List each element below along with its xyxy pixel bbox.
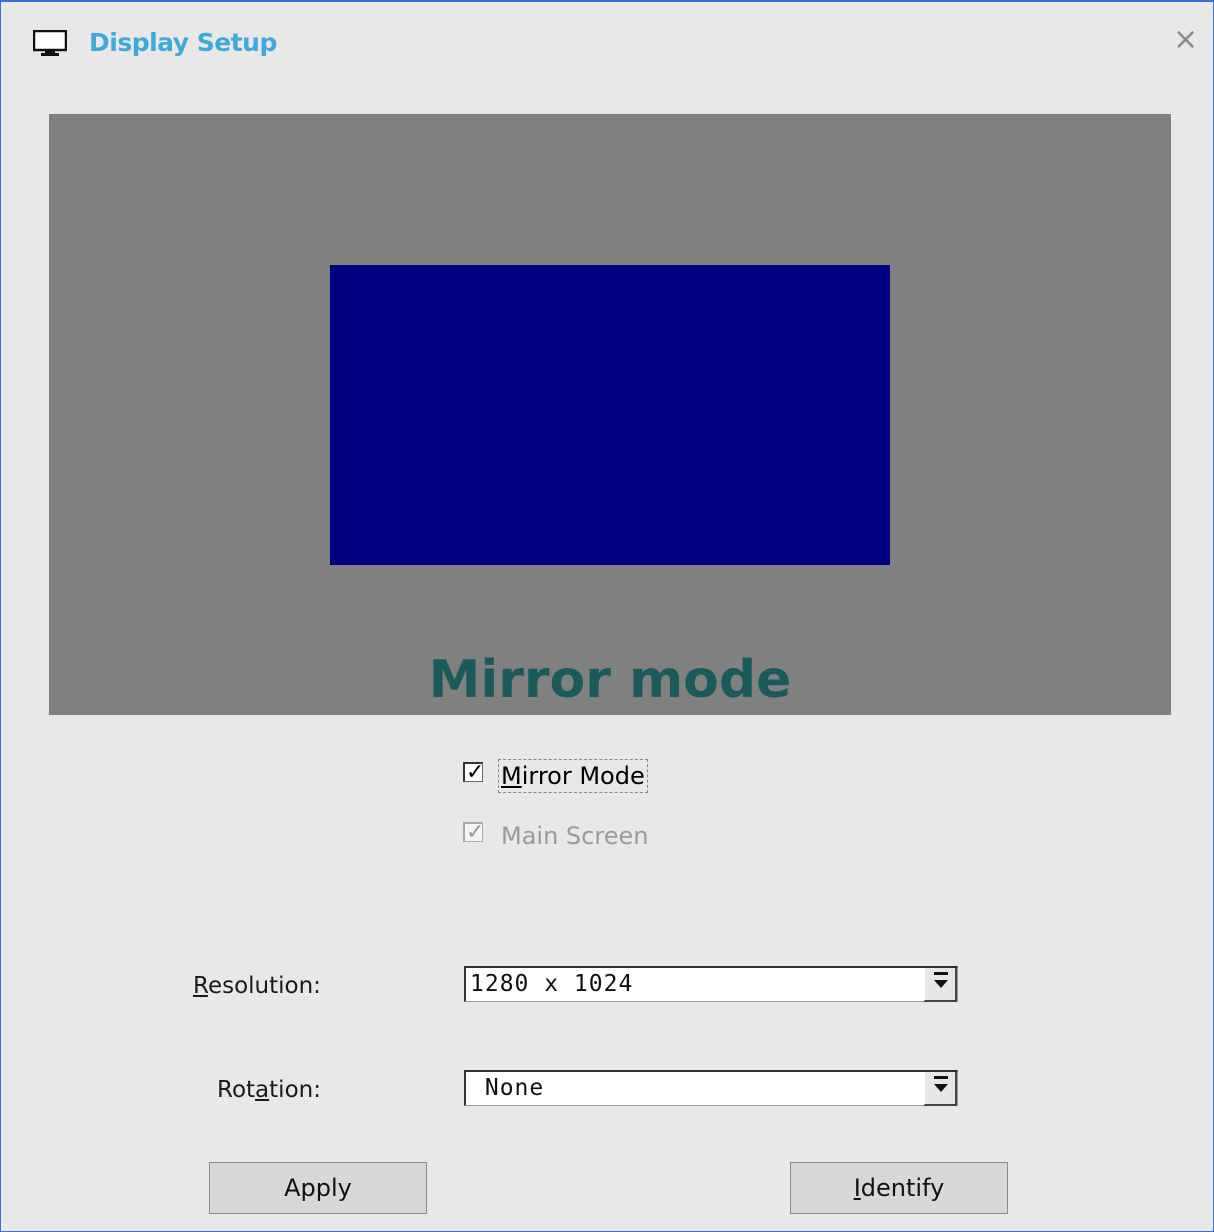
rotation-value: None: [470, 1075, 545, 1101]
rotation-combobox[interactable]: None: [464, 1070, 958, 1106]
monitor-icon: [33, 30, 67, 56]
dropdown-bar-icon: [934, 1076, 948, 1079]
rotation-dropdown-button[interactable]: [923, 1072, 957, 1106]
check-icon: ✓: [466, 759, 485, 784]
mode-label: Mirror mode: [428, 650, 792, 710]
mirror-mode-label[interactable]: Mirror Mode: [498, 759, 648, 793]
screen-preview[interactable]: [330, 265, 890, 565]
chevron-down-icon: [934, 980, 948, 988]
resolution-value: 1280 x 1024: [470, 971, 634, 997]
apply-button[interactable]: Apply: [209, 1162, 427, 1214]
identify-button[interactable]: Identify: [790, 1162, 1008, 1214]
resolution-label: Resolution:: [193, 973, 321, 999]
check-icon: ✓: [466, 819, 485, 844]
dropdown-bar-icon: [934, 972, 948, 975]
display-preview-area: Mirror mode: [49, 114, 1171, 715]
chevron-down-icon: [934, 1084, 948, 1092]
main-screen-label: Main Screen: [501, 822, 649, 850]
window-title: Display Setup: [89, 28, 277, 57]
resolution-combobox[interactable]: 1280 x 1024: [464, 966, 958, 1002]
rotation-label: Rotation:: [217, 1077, 321, 1103]
mirror-mode-checkbox[interactable]: ✓: [463, 759, 485, 784]
main-screen-checkbox: ✓: [463, 819, 485, 844]
close-button[interactable]: ×: [1173, 25, 1198, 55]
resolution-dropdown-button[interactable]: [923, 968, 957, 1002]
display-setup-window: Display Setup × Mirror mode ✓ Mirror Mod…: [0, 0, 1214, 1232]
